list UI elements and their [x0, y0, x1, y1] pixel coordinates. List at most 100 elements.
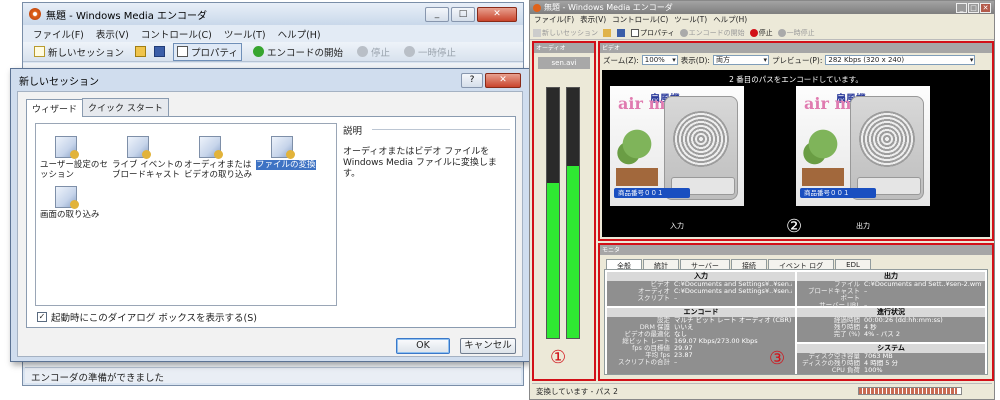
stat-value: いいえ — [674, 324, 694, 331]
zoom-select[interactable]: 100% — [641, 55, 678, 65]
stat-key: CPU 負荷 — [831, 366, 860, 374]
menu-view[interactable]: 表示(V) — [96, 27, 129, 41]
wizard-item-capture-av[interactable]: オーディオまたはビデオの取り込み — [184, 136, 256, 180]
wizard-item-capture-screen[interactable]: 画面の取り込み — [40, 186, 112, 220]
properties-icon — [177, 46, 189, 57]
cancel-button[interactable]: キャンセル — [460, 338, 516, 354]
pause-label: 一時停止 — [786, 28, 815, 37]
help-button[interactable]: ? — [461, 72, 483, 88]
minimize-button[interactable]: _ — [956, 2, 967, 13]
start-encode-button[interactable]: エンコードの開始 — [679, 28, 745, 38]
save-icon[interactable] — [154, 46, 166, 57]
minimize-button[interactable]: _ — [425, 6, 449, 22]
video-panel: ビデオ ズーム(Z): 100% 表示(D): 両方 プレビュー(P): 282… — [598, 41, 994, 241]
menu-file[interactable]: ファイル(F) — [534, 14, 574, 26]
callout-marker-1: ① — [550, 347, 567, 368]
preview-select[interactable]: 282 Kbps (320 x 240) — [825, 55, 976, 65]
stat-value: 7063 MB — [864, 353, 893, 360]
show-at-startup-checkbox[interactable]: ✓ 起動時にこのダイアログ ボックスを表示する(S) — [37, 310, 257, 324]
new-session-icon — [533, 28, 541, 37]
wizard-item-label: ライブ イベントのブロードキャスト — [112, 160, 183, 180]
description-divider — [372, 129, 510, 130]
properties-button[interactable]: プロパティ — [173, 42, 242, 61]
stat-value: 4% - パス 2 — [864, 331, 900, 338]
stat-row: ビデオ C:¥Documents and Settings¥..¥sen.avi — [607, 281, 795, 288]
maximize-button[interactable]: □ — [968, 2, 979, 13]
menu-control[interactable]: コントロール(C) — [141, 27, 212, 41]
product-number-tag: 商品番号００１ — [614, 188, 690, 198]
menu-file[interactable]: ファイル(F) — [33, 27, 84, 41]
menu-help[interactable]: ヘルプ(H) — [278, 27, 321, 41]
preview-label: プレビュー(P): — [771, 55, 823, 65]
menu-control[interactable]: コントロール(C) — [612, 14, 668, 26]
convert-file-icon — [271, 136, 295, 159]
wizard-item-label: ユーザー設定のセッション — [40, 160, 108, 180]
dialog-close-button[interactable]: ✕ — [485, 72, 521, 88]
audio-panel: オーディオ sen.avi ① — [532, 41, 596, 381]
encode-progress-fill — [859, 388, 957, 394]
wizard-item-label: 画面の取り込み — [40, 210, 100, 220]
left-window-title: 無題 - Windows Media エンコーダ — [46, 10, 207, 22]
right-status-bar: 変換しています - パス 2 — [532, 383, 992, 397]
wizard-item-live-broadcast[interactable]: ライブ イベントのブロードキャスト — [112, 136, 184, 180]
stop-button[interactable]: 停止 — [354, 44, 393, 60]
stat-value: なし — [674, 331, 687, 338]
broadcast-icon — [127, 136, 151, 159]
open-folder-icon[interactable] — [135, 46, 147, 57]
start-encode-button[interactable]: エンコードの開始 — [250, 44, 346, 60]
start-encode-label: エンコードの開始 — [266, 47, 343, 59]
stop-label: 停止 — [758, 28, 773, 37]
output-group: 出力 ファイル C:¥Documents and Sett..¥sen-2.wmv… — [797, 272, 985, 309]
tab-quick-start[interactable]: クイック スタート — [82, 98, 169, 116]
save-icon[interactable] — [617, 28, 625, 37]
maximize-button[interactable]: □ — [451, 6, 475, 22]
menu-tools[interactable]: ツール(T) — [674, 14, 707, 26]
play-icon — [252, 46, 264, 57]
left-status-bar: エンコーダの準備ができました — [25, 367, 521, 384]
right-toolbar: 新しいセッション プロパティ エンコードの開始 停止 一時停止 — [530, 26, 994, 40]
input-group: 入力 ビデオ C:¥Documents and Settings¥..¥sen.a… — [607, 272, 795, 306]
close-button[interactable]: ✕ — [980, 2, 991, 13]
stat-key: スクリプトの合計 — [618, 358, 670, 366]
properties-button[interactable]: プロパティ — [631, 28, 675, 38]
input-video-frame: 扇風機 air mate 商品番号００１ — [610, 86, 744, 206]
stat-value: – — [674, 295, 678, 302]
description-heading: 説明 — [343, 126, 363, 137]
view-select[interactable]: 両方 — [712, 55, 769, 65]
stat-row: 残り時間 4 秒 — [797, 324, 985, 331]
output-group-heading: 出力 — [797, 272, 985, 281]
stat-key: 完了 (%) — [833, 330, 860, 338]
stat-row: スクリプト – — [607, 295, 795, 302]
capture-screen-icon — [55, 186, 79, 209]
stop-button[interactable]: 停止 — [749, 28, 773, 38]
video-preview-stage: 2 番目のパスをエンコードしています。 扇風機 air mate 商品番号００１… — [602, 70, 990, 237]
stat-row: オーディオ C:¥Documents and Settings¥..¥sen.av… — [607, 288, 795, 295]
video-toolbar: ズーム(Z): 100% 表示(D): 両方 プレビュー(P): 282 Kbp… — [600, 53, 992, 67]
custom-session-icon — [55, 136, 79, 159]
wizard-item-convert-file[interactable]: ファイルの変換 — [256, 136, 328, 170]
close-button[interactable]: ✕ — [477, 6, 517, 22]
wizard-item-label: ファイルの変換 — [256, 160, 316, 170]
tab-wizard[interactable]: ウィザード — [26, 99, 84, 117]
callout-marker-2: ② — [786, 216, 803, 237]
wizard-item-custom-session[interactable]: ユーザー設定のセッション — [40, 136, 112, 180]
encode-group: エンコード 設定 マルチ ビット レート オーディオ (CBR) / マ DRM … — [607, 308, 795, 374]
audio-source-file: sen.avi — [538, 57, 590, 69]
ok-button[interactable]: OK — [396, 338, 450, 354]
menu-view[interactable]: 表示(V) — [580, 14, 606, 26]
new-session-button[interactable]: 新しいセッション — [31, 44, 127, 60]
new-session-button[interactable]: 新しいセッション — [533, 28, 598, 38]
stat-row: 経過時間 00:00:26 (dd:hh:mm:ss) — [797, 317, 985, 324]
menu-tools[interactable]: ツール(T) — [224, 27, 266, 41]
audio-panel-header: オーディオ — [534, 43, 594, 53]
stat-row: スクリプトの合計 – — [607, 359, 795, 366]
pause-button[interactable]: 一時停止 — [401, 44, 459, 60]
right-encoder-window: 無題 - Windows Media エンコーダ _ □ ✕ ファイル(F) 表… — [529, 0, 995, 400]
pause-icon — [403, 46, 415, 57]
pause-button[interactable]: 一時停止 — [777, 28, 815, 38]
left-title-bar: 無題 - Windows Media エンコーダ _ □ ✕ — [23, 3, 523, 25]
open-folder-icon[interactable] — [603, 28, 611, 37]
stat-row: ブロードキャスト ポート – — [797, 288, 985, 302]
checkbox-check-icon: ✓ — [37, 312, 47, 322]
menu-help[interactable]: ヘルプ(H) — [713, 14, 747, 26]
